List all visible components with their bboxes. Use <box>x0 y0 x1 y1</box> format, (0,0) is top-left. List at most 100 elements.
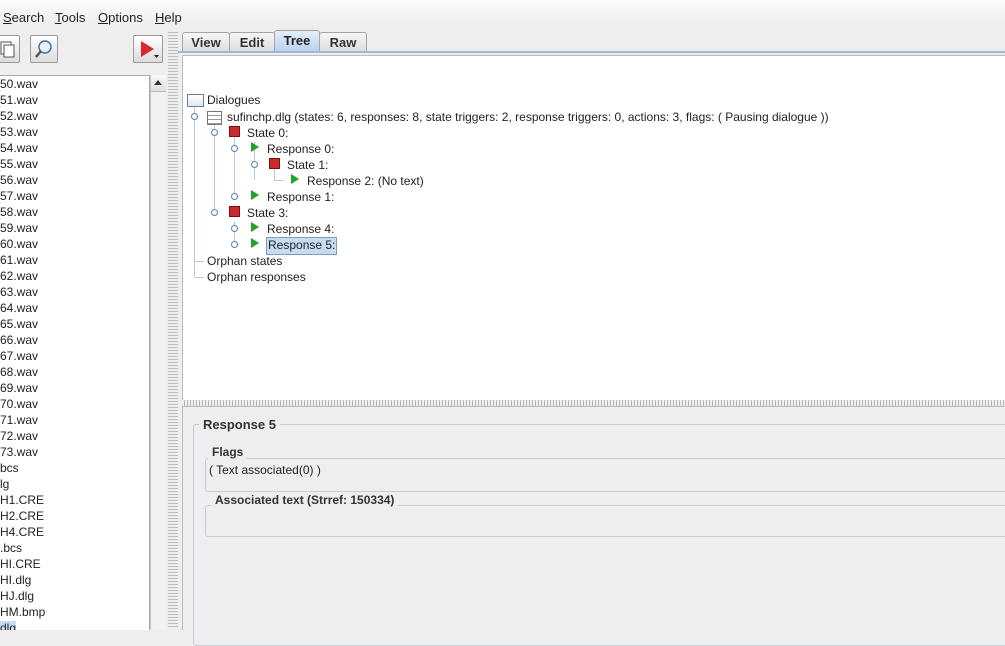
file-list-scrollbar[interactable] <box>150 75 166 629</box>
file-list-item[interactable]: 64.wav <box>0 300 149 316</box>
file-list-item[interactable]: HM.bmp <box>0 604 149 620</box>
tab-view[interactable]: View <box>182 32 230 52</box>
file-list-item[interactable]: .bcs <box>0 540 149 556</box>
scroll-up-arrow-icon[interactable] <box>151 75 166 92</box>
tab-edit[interactable]: Edit <box>229 32 275 52</box>
menu-bar: Search Tools Options Help <box>0 0 1005 31</box>
file-list-item[interactable]: HI.dlg <box>0 572 149 588</box>
find-button[interactable] <box>30 35 58 63</box>
file-list-item[interactable]: 71.wav <box>0 412 149 428</box>
expand-handle-icon[interactable] <box>231 193 238 200</box>
file-list-item[interactable]: HJ.dlg <box>0 588 149 604</box>
file-list-item[interactable]: HI.CRE <box>0 556 149 572</box>
expand-handle-icon[interactable] <box>211 209 218 216</box>
file-list-item[interactable]: lg <box>0 476 149 492</box>
state-icon <box>229 206 240 217</box>
response-icon <box>291 174 299 184</box>
file-name: 57.wav <box>0 189 39 203</box>
file-list-item[interactable]: 54.wav <box>0 140 149 156</box>
file-list-item[interactable]: 57.wav <box>0 188 149 204</box>
file-list-item[interactable]: 53.wav <box>0 124 149 140</box>
tree-node-root[interactable]: Dialogues <box>207 92 260 108</box>
response-icon <box>251 190 259 200</box>
associated-text-group <box>205 505 1005 537</box>
file-list-item[interactable]: 51.wav <box>0 92 149 108</box>
expand-handle-icon[interactable] <box>231 145 238 152</box>
dialog-tree[interactable]: Dialogues sufinchp.dlg (states: 6, respo… <box>182 55 1005 405</box>
file-name: H2.CRE <box>0 509 45 523</box>
file-name: 70.wav <box>0 397 39 411</box>
file-list-item[interactable]: bcs <box>0 460 149 476</box>
file-list-item[interactable]: 60.wav <box>0 236 149 252</box>
file-list-item[interactable]: 62.wav <box>0 268 149 284</box>
file-name: bcs <box>0 461 19 475</box>
detail-panel: Response 5 Flags ( Text associated(0) ) … <box>182 406 1005 646</box>
file-name: .bcs <box>0 541 23 555</box>
menu-options[interactable]: Options <box>98 10 143 25</box>
file-name: H1.CRE <box>0 493 45 507</box>
file-list-item[interactable]: 63.wav <box>0 284 149 300</box>
tree-line <box>274 180 284 181</box>
response-icon <box>251 142 259 152</box>
file-list-item[interactable]: 65.wav <box>0 316 149 332</box>
tree-node-orphan-states[interactable]: Orphan states <box>207 253 282 269</box>
tree-node-state-1[interactable]: State 1: <box>287 157 328 173</box>
expand-handle-icon[interactable] <box>231 225 238 232</box>
tree-node-response-2[interactable]: Response 2: (No text) <box>307 173 424 189</box>
flags-value: ( Text associated(0) ) <box>209 463 321 477</box>
file-list-item[interactable]: 67.wav <box>0 348 149 364</box>
file-list-item[interactable]: 52.wav <box>0 108 149 124</box>
file-list-item[interactable]: 72.wav <box>0 428 149 444</box>
file-list-item[interactable]: 50.wav <box>0 76 149 92</box>
file-name: lg <box>0 477 10 491</box>
file-list-item[interactable]: 58.wav <box>0 204 149 220</box>
file-list-item[interactable]: 55.wav <box>0 156 149 172</box>
file-name: HI.dlg <box>0 573 32 587</box>
tab-raw[interactable]: Raw <box>319 32 367 52</box>
state-icon <box>229 126 240 137</box>
file-list-item[interactable]: 61.wav <box>0 252 149 268</box>
expand-handle-icon[interactable] <box>191 113 198 120</box>
tree-node-orphan-responses[interactable]: Orphan responses <box>207 269 306 285</box>
tree-node-state-0[interactable]: State 0: <box>247 125 288 141</box>
tree-node-response-4[interactable]: Response 4: <box>267 221 334 237</box>
expand-handle-icon[interactable] <box>211 129 218 136</box>
tab-tree[interactable]: Tree <box>274 30 320 52</box>
file-list-item[interactable]: H1.CRE <box>0 492 149 508</box>
file-list-item[interactable]: 73.wav <box>0 444 149 460</box>
response-icon <box>251 238 259 248</box>
file-name: HI.CRE <box>0 557 41 571</box>
file-name: 59.wav <box>0 221 39 235</box>
file-list-item[interactable]: H2.CRE <box>0 508 149 524</box>
file-name: 69.wav <box>0 381 39 395</box>
file-name: 55.wav <box>0 157 39 171</box>
menu-search-rest: earch <box>11 10 45 25</box>
tree-line <box>194 277 204 278</box>
file-list-item[interactable]: 56.wav <box>0 172 149 188</box>
file-list-item[interactable]: 70.wav <box>0 396 149 412</box>
tree-node-response-0[interactable]: Response 0: <box>267 141 334 157</box>
file-name: 68.wav <box>0 365 39 379</box>
file-list-item[interactable]: H4.CRE <box>0 524 149 540</box>
vertical-splitter[interactable] <box>168 30 178 629</box>
tree-node-dlg[interactable]: sufinchp.dlg (states: 6, responses: 8, s… <box>227 109 829 125</box>
menu-tools[interactable]: Tools <box>55 10 85 25</box>
expand-handle-icon[interactable] <box>231 241 238 248</box>
file-name: HJ.dlg <box>0 589 35 603</box>
copy-button[interactable] <box>0 35 20 63</box>
file-list-item[interactable]: 68.wav <box>0 364 149 380</box>
tree-node-state-3[interactable]: State 3: <box>247 205 288 221</box>
file-name: 61.wav <box>0 253 39 267</box>
file-list-item[interactable]: 59.wav <box>0 220 149 236</box>
file-name: HM.bmp <box>0 605 46 619</box>
menu-search[interactable]: Search <box>3 10 44 25</box>
file-name: 52.wav <box>0 109 39 123</box>
menu-help[interactable]: Help <box>155 10 182 25</box>
file-list-item[interactable]: 66.wav <box>0 332 149 348</box>
file-name: 67.wav <box>0 349 39 363</box>
play-button[interactable] <box>133 35 163 63</box>
file-list[interactable]: 50.wav 51.wav 52.wav 53.wav 54.wav 55.wav 56.w… <box>0 75 150 630</box>
file-list-item[interactable]: 69.wav <box>0 380 149 396</box>
tree-node-response-1[interactable]: Response 1: <box>267 189 334 205</box>
expand-handle-icon[interactable] <box>251 161 258 168</box>
